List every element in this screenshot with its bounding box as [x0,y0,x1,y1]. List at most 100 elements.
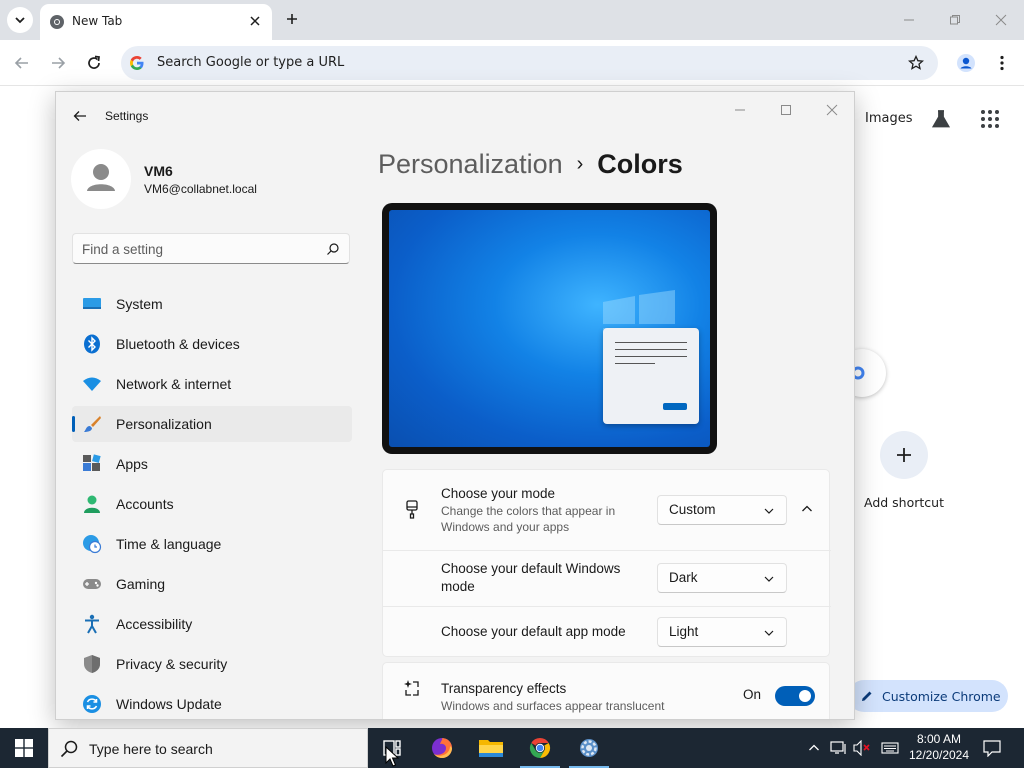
transparency-toggle[interactable] [775,686,815,706]
nav-label: Network & internet [116,376,232,392]
add-shortcut-button[interactable] [880,431,928,479]
chevron-up-icon [809,744,819,751]
close-icon [826,104,838,116]
labs-flask-icon[interactable] [930,108,952,130]
tray-overflow-button[interactable] [804,738,824,758]
bookmark-star-button[interactable] [906,53,926,73]
transparency-state-label: On [743,687,762,702]
taskbar-file-explorer[interactable] [467,728,515,768]
chevron-down-icon [764,576,774,582]
nav-item-accounts[interactable]: Accounts [72,486,352,522]
settings-nav: System Bluetooth & devices Network & int… [72,286,352,719]
google-apps-grid-icon[interactable] [979,108,1001,130]
browser-menu-button[interactable] [989,50,1015,76]
tab-close-button[interactable] [246,12,264,30]
windows-logo-icon [15,739,33,757]
user-avatar[interactable] [71,149,131,209]
tab-search-button[interactable] [7,7,33,33]
start-button[interactable] [0,728,48,768]
breadcrumb-parent[interactable]: Personalization [378,149,563,179]
choose-mode-row[interactable]: Choose your mode Change the colors that … [383,470,831,550]
accounts-icon [82,494,102,514]
mode-dropdown[interactable]: Custom [657,495,787,525]
settings-maximize-button[interactable] [764,96,808,124]
nav-item-gaming[interactable]: Gaming [72,566,352,602]
taskbar-chrome[interactable] [516,728,564,768]
forward-button[interactable] [45,50,71,76]
globe-clock-icon [82,534,102,554]
find-setting-box[interactable] [72,233,350,264]
new-tab-button[interactable] [281,8,303,30]
search-icon [327,243,339,255]
minimize-icon [735,109,745,111]
nav-label: Gaming [116,576,166,592]
nav-item-accessibility[interactable]: Accessibility [72,606,352,642]
tray-keyboard[interactable] [880,738,900,758]
settings-back-button[interactable] [70,106,90,126]
arrow-right-icon [52,57,66,69]
reload-button[interactable] [81,50,107,76]
nav-item-system[interactable]: System [72,286,352,322]
choose-mode-subtitle: Change the colors that appear in Windows… [441,504,616,534]
taskbar-search-placeholder: Type here to search [89,741,213,757]
browser-restore-button[interactable] [940,6,970,34]
transparency-card: Transparency effects Windows and surface… [382,662,831,719]
nav-item-personalization[interactable]: Personalization [72,406,352,442]
notification-center-button[interactable] [980,736,1004,760]
settings-close-button[interactable] [810,96,854,124]
user-silhouette-icon [87,164,115,191]
page-title: Colors [597,149,683,179]
nav-item-bluetooth[interactable]: Bluetooth & devices [72,326,352,362]
app-mode-dropdown[interactable]: Light [657,617,787,647]
find-setting-input[interactable] [82,240,312,258]
minimize-icon [904,19,914,21]
nav-label: Apps [116,456,148,472]
preview-window [603,328,699,424]
keyboard-icon [881,742,899,754]
nav-label: System [116,296,163,312]
wifi-icon [82,374,102,394]
chrome-icon [529,737,551,759]
profile-avatar-icon [957,54,975,72]
nav-item-apps[interactable]: Apps [72,446,352,482]
nav-item-network[interactable]: Network & internet [72,366,352,402]
nav-label: Windows Update [116,696,222,712]
nav-label: Bluetooth & devices [116,336,240,352]
windows-mode-dropdown[interactable]: Dark [657,563,787,593]
nav-item-time-language[interactable]: Time & language [72,526,352,562]
close-icon [250,16,260,26]
ntp-images-link[interactable]: Images [865,111,913,126]
network-icon [830,741,846,754]
tray-volume[interactable] [853,738,873,758]
omnibox-placeholder: Search Google or type a URL [157,55,345,70]
browser-minimize-button[interactable] [894,6,924,34]
breadcrumb: Personalization › Colors [378,149,683,180]
settings-minimize-button[interactable] [718,96,762,124]
back-button[interactable] [9,50,35,76]
customize-chrome-button[interactable]: Customize Chrome [848,680,1008,712]
preview-line [615,349,687,350]
browser-tab-new-tab[interactable]: New Tab [40,4,272,40]
transparency-row[interactable]: Transparency effects Windows and surface… [383,663,831,719]
nav-item-windows-update[interactable]: Windows Update [72,686,352,719]
taskbar-clock[interactable]: 8:00 AM 12/20/2024 [906,731,972,763]
nav-item-privacy[interactable]: Privacy & security [72,646,352,682]
preview-line [615,342,687,343]
search-icon [60,740,78,758]
profile-button[interactable] [953,50,979,76]
omnibox[interactable]: Search Google or type a URL [121,46,938,80]
browser-toolbar: Search Google or type a URL [0,40,1024,86]
taskbar-settings[interactable] [565,728,613,768]
clock-date: 12/20/2024 [908,748,970,762]
settings-window-title: Settings [105,109,149,123]
taskbar-search-box[interactable]: Type here to search [48,728,368,768]
tray-network[interactable] [829,738,849,758]
mode-collapse-button[interactable] [797,499,817,519]
notification-icon [983,740,1001,757]
add-shortcut-label: Add shortcut [864,495,944,510]
windows-mode-row: Choose your default Windows mode Dark [383,551,831,606]
active-indicator [72,416,75,432]
bluetooth-icon [82,334,102,354]
browser-close-button[interactable] [986,6,1016,34]
taskbar-firefox[interactable] [418,728,466,768]
